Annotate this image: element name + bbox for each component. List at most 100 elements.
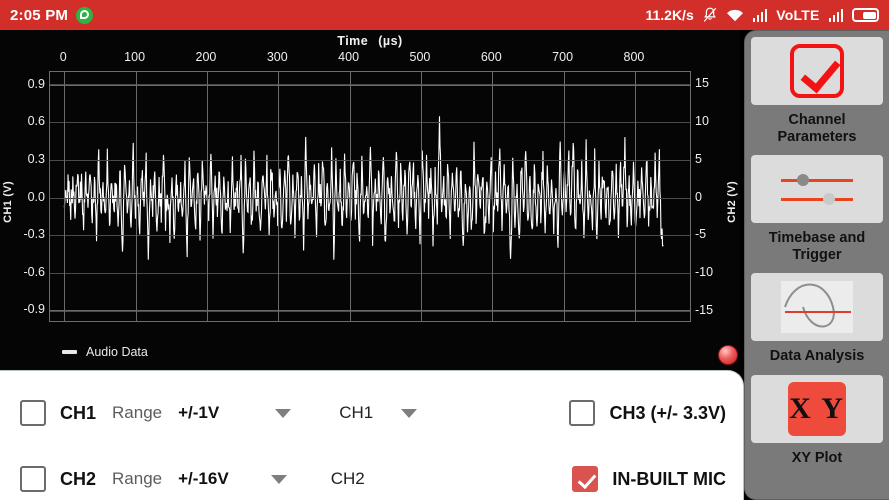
ch1-label: CH1 — [60, 402, 97, 423]
gridline-h-minor — [50, 121, 690, 123]
sidebar-item-channel-parameters[interactable]: Channel Parameters — [751, 37, 883, 155]
sliders-icon — [781, 167, 853, 211]
gridline-h-minor — [50, 235, 690, 237]
ch2-range-dropdown-icon[interactable] — [270, 474, 287, 484]
gridline-v — [135, 72, 137, 321]
control-row-ch1: CH1 Range +/-1V CH1 CH3 (+/- 3.3V) — [0, 383, 744, 443]
chart-title-unit: (µs) — [378, 34, 403, 48]
xy-icon: X Y — [788, 381, 846, 436]
wifi-icon — [726, 8, 744, 22]
y-axis-left-label: CH1 (V) — [2, 181, 14, 223]
chart-legend: Audio Data — [62, 345, 148, 359]
sidebar-item-data-analysis[interactable]: Data Analysis — [751, 273, 883, 374]
sidebar-label-timebase-trigger: Timebase and Trigger — [768, 230, 866, 264]
battery-icon — [852, 8, 879, 22]
ch1-enable-checkbox[interactable] — [20, 400, 46, 426]
ch2-range-value: +/-16V — [178, 469, 229, 488]
x-tick-label: 600 — [480, 50, 502, 64]
record-dot-indicator[interactable] — [718, 345, 738, 365]
y2-tick-label: -15 — [695, 302, 714, 317]
gridline-h-minor — [50, 84, 690, 86]
signal-bars-icon-2 — [828, 8, 843, 22]
bell-muted-icon — [703, 7, 717, 23]
inbuilt-mic-label: IN-BUILT MIC — [612, 468, 726, 489]
ch1-range-label: Range — [112, 403, 163, 422]
x-tick-label: 800 — [623, 50, 645, 64]
ch1-source-value: CH1 — [339, 403, 374, 422]
ch2-label: CH2 — [60, 468, 97, 489]
oscilloscope-plot[interactable]: Time (µs) 0 100 200 300 400 500 600 700 800 0.9 0.… — [0, 30, 740, 370]
ch2-range-label: Range — [112, 469, 163, 488]
x-tick-label: 0 — [59, 50, 67, 64]
status-right-group: 11.2K/s VoLTE — [645, 7, 879, 23]
plot-grid — [49, 71, 691, 322]
y-tick-label: 0.6 — [27, 114, 45, 129]
legend-swatch — [62, 350, 77, 354]
gridline-h-minor — [50, 310, 690, 312]
volte-label: VoLTE — [776, 7, 820, 23]
y-tick-label: -0.9 — [23, 302, 45, 317]
gridline-v — [349, 72, 351, 321]
y2-tick-label: 5 — [695, 151, 702, 166]
y-tick-label: 0.9 — [27, 76, 45, 91]
legend-label: Audio Data — [86, 345, 148, 359]
x-tick-label: 700 — [552, 50, 574, 64]
ch3-enable-checkbox[interactable] — [569, 400, 596, 426]
y-tick-label: -0.3 — [23, 227, 45, 242]
gridline-v — [278, 72, 280, 321]
y2-tick-label: -5 — [695, 227, 707, 242]
gridline-h-minor — [50, 273, 690, 275]
control-row-ch2: CH2 Range +/-16V CH2 IN-BUILT MIC — [0, 449, 744, 500]
y-axis-right-label: CH2 (V) — [726, 181, 738, 223]
signal-bars-icon — [752, 8, 768, 22]
gridline-v — [420, 72, 422, 321]
x-tick-label: 200 — [195, 50, 217, 64]
ch3-label: CH3 (+/- 3.3V) — [609, 402, 726, 423]
whatsapp-icon — [76, 6, 94, 24]
sidebar-label-data-analysis: Data Analysis — [769, 348, 865, 365]
xy-icon-wrap: X Y — [751, 374, 883, 443]
data-rate-label: 11.2K/s — [645, 7, 694, 23]
sidebar-item-timebase-trigger[interactable]: Timebase and Trigger — [751, 155, 883, 273]
right-sidebar: Channel Parameters Timebase and Trigger — [744, 30, 889, 500]
gridline-v — [206, 72, 208, 321]
y-tick-label: 0.0 — [27, 189, 45, 204]
x-tick-label: 100 — [124, 50, 146, 64]
ch2-enable-checkbox[interactable] — [20, 466, 46, 492]
x-tick-label: 300 — [266, 50, 288, 64]
y-tick-label: 0.3 — [27, 151, 45, 166]
y-tick-label: -0.6 — [23, 264, 45, 279]
gridline-v — [64, 72, 66, 321]
sidebar-label-channel-parameters: Channel Parameters — [777, 112, 857, 146]
sine-wave-icon-wrap — [751, 273, 883, 342]
sidebar-item-xy-plot[interactable]: X Y XY Plot — [751, 374, 883, 476]
status-time: 2:05 PM — [10, 6, 69, 24]
chart-title-text: Time — [337, 34, 369, 48]
y2-tick-label: -10 — [695, 265, 714, 280]
control-panel: CH1 Range +/-1V CH1 CH3 (+/- 3.3V) CH2 R… — [0, 370, 744, 500]
gridline-h-minor — [50, 197, 690, 199]
app-screen: 2:05 PM 11.2K/s VoLTE Time (µs) 0 100 20… — [0, 0, 889, 500]
y2-tick-label: 15 — [695, 76, 709, 91]
checkmark-box-icon-wrap — [751, 37, 883, 105]
sidebar-label-xy-plot: XY Plot — [791, 449, 843, 466]
waveform-trace — [63, 116, 664, 260]
x-axis-ticks: 0 100 200 300 400 500 600 700 800 — [0, 50, 740, 68]
sliders-icon-wrap — [751, 155, 883, 224]
status-bar: 2:05 PM 11.2K/s VoLTE — [0, 0, 889, 30]
ch1-source-dropdown-icon[interactable] — [401, 408, 418, 418]
ch1-range-value: +/-1V — [178, 403, 220, 422]
y2-tick-label: 0 — [695, 189, 702, 204]
gridline-v — [492, 72, 494, 321]
ch1-range-dropdown-icon[interactable] — [275, 408, 292, 418]
y2-tick-label: 10 — [695, 113, 709, 128]
inbuilt-mic-checkbox[interactable] — [572, 466, 599, 492]
ch2-source-value: CH2 — [330, 469, 365, 488]
checkmark-box-icon — [790, 44, 844, 98]
x-tick-label: 500 — [409, 50, 431, 64]
sine-wave-icon — [781, 281, 853, 334]
gridline-v — [563, 72, 565, 321]
chart-title: Time (µs) — [0, 34, 740, 48]
x-tick-label: 400 — [338, 50, 360, 64]
gridline-h-minor — [50, 159, 690, 161]
